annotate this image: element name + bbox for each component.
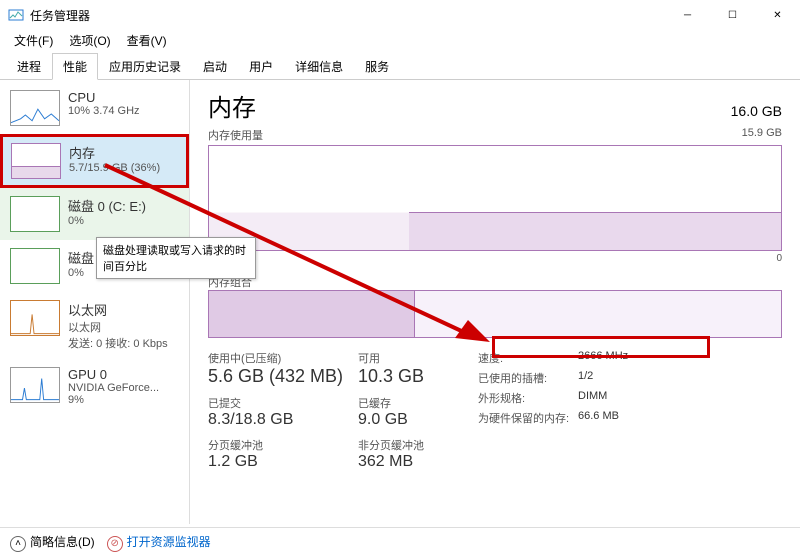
sidebar-item-ethernet[interactable]: 以太网以太网发送: 0 接收: 0 Kbps <box>0 292 189 359</box>
cpu-thumb <box>10 90 60 126</box>
chevron-up-icon: ˄ <box>10 536 26 552</box>
paged-value: 1.2 GB <box>208 453 358 471</box>
disk0-title: 磁盘 0 (C: E:) <box>68 196 146 215</box>
app-icon <box>8 7 24 23</box>
menubar: 文件(F) 选项(O) 查看(V) <box>0 30 800 50</box>
content: CPU10% 3.74 GHz 内存5.7/15.9 GB (36%) 磁盘 0… <box>0 80 800 524</box>
tab-users[interactable]: 用户 <box>238 53 284 80</box>
tooltip: 磁盘处理读取或写入请求的时间百分比 <box>96 237 256 279</box>
tab-processes[interactable]: 进程 <box>6 53 52 80</box>
monitor-icon: ⊘ <box>107 536 123 552</box>
minimize-button[interactable]: ─ <box>665 0 710 30</box>
window-title: 任务管理器 <box>30 7 665 24</box>
open-resource-monitor-link[interactable]: ⊘打开资源监视器 <box>107 533 211 552</box>
used-value: 5.6 GB (432 MB) <box>208 366 358 387</box>
nonpaged-value: 362 MB <box>358 453 478 471</box>
disk1-thumb <box>10 248 60 284</box>
memory-sub: 5.7/15.9 GB (36%) <box>69 162 160 174</box>
paged-label: 分页缓冲池 <box>208 437 358 453</box>
cpu-sub: 10% 3.74 GHz <box>68 105 140 117</box>
nonpaged-label: 非分页缓冲池 <box>358 437 478 453</box>
reserved-value: 66.6 MB <box>578 410 619 426</box>
form-value: DIMM <box>578 390 607 406</box>
tab-startup[interactable]: 启动 <box>192 53 238 80</box>
cached-label: 已缓存 <box>358 395 478 411</box>
speed-value: 2666 MHz <box>578 350 628 366</box>
slots-key: 已使用的插槽: <box>478 370 578 386</box>
reserved-key: 为硬件保留的内存: <box>478 410 578 426</box>
page-title: 内存 <box>208 88 256 123</box>
cpu-title: CPU <box>68 90 140 105</box>
usage-max: 15.9 GB <box>742 127 782 143</box>
commit-label: 已提交 <box>208 395 358 411</box>
memory-thumb <box>11 143 61 179</box>
stats: 使用中(已压缩) 5.6 GB (432 MB) 已提交 8.3/18.8 GB… <box>208 350 782 479</box>
brief-info-button[interactable]: ˄简略信息(D) <box>10 533 95 552</box>
tab-details[interactable]: 详细信息 <box>284 53 354 80</box>
sidebar-item-memory[interactable]: 内存5.7/15.9 GB (36%) <box>0 134 189 188</box>
tab-performance[interactable]: 性能 <box>52 53 98 80</box>
sidebar-item-gpu[interactable]: GPU 0NVIDIA GeForce...9% <box>0 359 189 414</box>
main-panel: 内存 16.0 GB 内存使用量15.9 GB 60 秒0 内存组合 使用中(已… <box>190 80 800 524</box>
slots-value: 1/2 <box>578 370 593 386</box>
tabs: 进程 性能 应用历史记录 启动 用户 详细信息 服务 <box>0 52 800 80</box>
total-memory: 16.0 GB <box>731 103 782 119</box>
close-button[interactable]: ✕ <box>755 0 800 30</box>
window-controls: ─ ☐ ✕ <box>665 0 800 30</box>
gpu-thumb <box>10 367 60 403</box>
menu-view[interactable]: 查看(V) <box>119 30 175 51</box>
form-key: 外形规格: <box>478 390 578 406</box>
usage-label: 内存使用量 <box>208 127 263 143</box>
sidebar-item-cpu[interactable]: CPU10% 3.74 GHz <box>0 82 189 134</box>
axis-0: 0 <box>776 253 782 268</box>
gpu-title: GPU 0 <box>68 367 159 382</box>
used-label: 使用中(已压缩) <box>208 350 358 366</box>
titlebar: 任务管理器 ─ ☐ ✕ <box>0 0 800 30</box>
maximize-button[interactable]: ☐ <box>710 0 755 30</box>
footer: ˄简略信息(D) ⊘打开资源监视器 <box>0 527 800 557</box>
gpu-sub1: NVIDIA GeForce... <box>68 382 159 394</box>
disk0-sub: 0% <box>68 215 146 227</box>
menu-options[interactable]: 选项(O) <box>61 30 118 51</box>
memory-title: 内存 <box>69 143 160 162</box>
disk0-thumb <box>10 196 60 232</box>
eth-title: 以太网 <box>68 300 168 319</box>
eth-sub1: 以太网 <box>68 319 168 335</box>
sidebar: CPU10% 3.74 GHz 内存5.7/15.9 GB (36%) 磁盘 0… <box>0 80 190 524</box>
memory-usage-chart <box>208 145 782 251</box>
avail-value: 10.3 GB <box>358 366 478 387</box>
eth-thumb <box>10 300 60 336</box>
speed-key: 速度: <box>478 350 578 366</box>
eth-sub2: 发送: 0 接收: 0 Kbps <box>68 335 168 351</box>
cached-value: 9.0 GB <box>358 411 478 429</box>
tab-services[interactable]: 服务 <box>354 53 400 80</box>
commit-value: 8.3/18.8 GB <box>208 411 358 429</box>
memory-composition-chart <box>208 290 782 338</box>
sidebar-item-disk0[interactable]: 磁盘 0 (C: E:)0% <box>0 188 189 240</box>
gpu-sub2: 9% <box>68 394 159 406</box>
menu-file[interactable]: 文件(F) <box>6 30 61 51</box>
tab-history[interactable]: 应用历史记录 <box>98 53 192 80</box>
avail-label: 可用 <box>358 350 478 366</box>
